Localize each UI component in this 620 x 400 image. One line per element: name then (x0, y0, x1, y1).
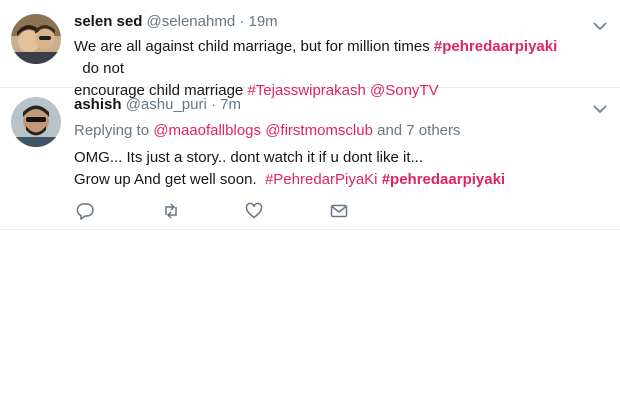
mention-link[interactable]: @maaofallblogs (153, 122, 261, 139)
tweet-text-line: OMG... Its just a story.. dont watch it … (74, 149, 424, 166)
avatar[interactable] (11, 14, 61, 64)
mention-link[interactable]: @firstmomsclub (265, 122, 373, 139)
like-icon[interactable] (245, 202, 265, 222)
tweet-text-line: Grow up And get well soon. #PehredarPiya… (74, 169, 604, 191)
chevron-down-icon[interactable] (593, 101, 607, 114)
avatar[interactable] (11, 97, 61, 147)
text-segment: Replying to (74, 122, 154, 139)
user-handle[interactable]: @ashu_puri (126, 96, 207, 113)
message-icon[interactable] (330, 202, 350, 222)
separator-dot: · (239, 13, 245, 30)
text-segment: do not (74, 60, 125, 77)
hashtag-link[interactable]: #pehredaarpiyaki (434, 38, 557, 55)
tweet-header: ashish @ashu_puri · 7m (74, 96, 241, 114)
display-name[interactable]: selen sed (74, 13, 142, 30)
timestamp[interactable]: 7m (220, 96, 241, 113)
tweet-text-line: We are all against child marriage, but f… (74, 36, 604, 80)
timestamp[interactable]: 19m (249, 13, 278, 30)
others-link[interactable]: and 7 others (373, 122, 460, 139)
chevron-down-icon[interactable] (593, 18, 607, 31)
retweet-icon[interactable] (162, 202, 182, 222)
user-handle[interactable]: @selenahmd (147, 13, 236, 30)
reply-icon[interactable] (76, 202, 96, 222)
tweet-actions (74, 202, 374, 222)
tweet-card[interactable]: ashish @ashu_puri · 7m Replying to @maao… (0, 88, 620, 230)
separator-dot: · (210, 96, 216, 113)
text-segment: Grow up And get well soon. (74, 171, 265, 188)
text-segment: We are all against child marriage, but f… (74, 38, 434, 55)
hashtag-link[interactable]: #PehredarPiyaKi (265, 171, 378, 188)
tweet-card[interactable]: selen sed @selenahmd · 19m We are all ag… (0, 0, 620, 99)
display-name[interactable]: ashish (74, 96, 122, 113)
replying-to: Replying to @maaofallblogs @firstmomsclu… (74, 121, 461, 141)
hashtag-link[interactable]: #pehredaarpiyaki (382, 171, 505, 188)
tweet-text: OMG... Its just a story.. dont watch it … (74, 147, 604, 191)
tweet-header: selen sed @selenahmd · 19m (74, 13, 278, 31)
